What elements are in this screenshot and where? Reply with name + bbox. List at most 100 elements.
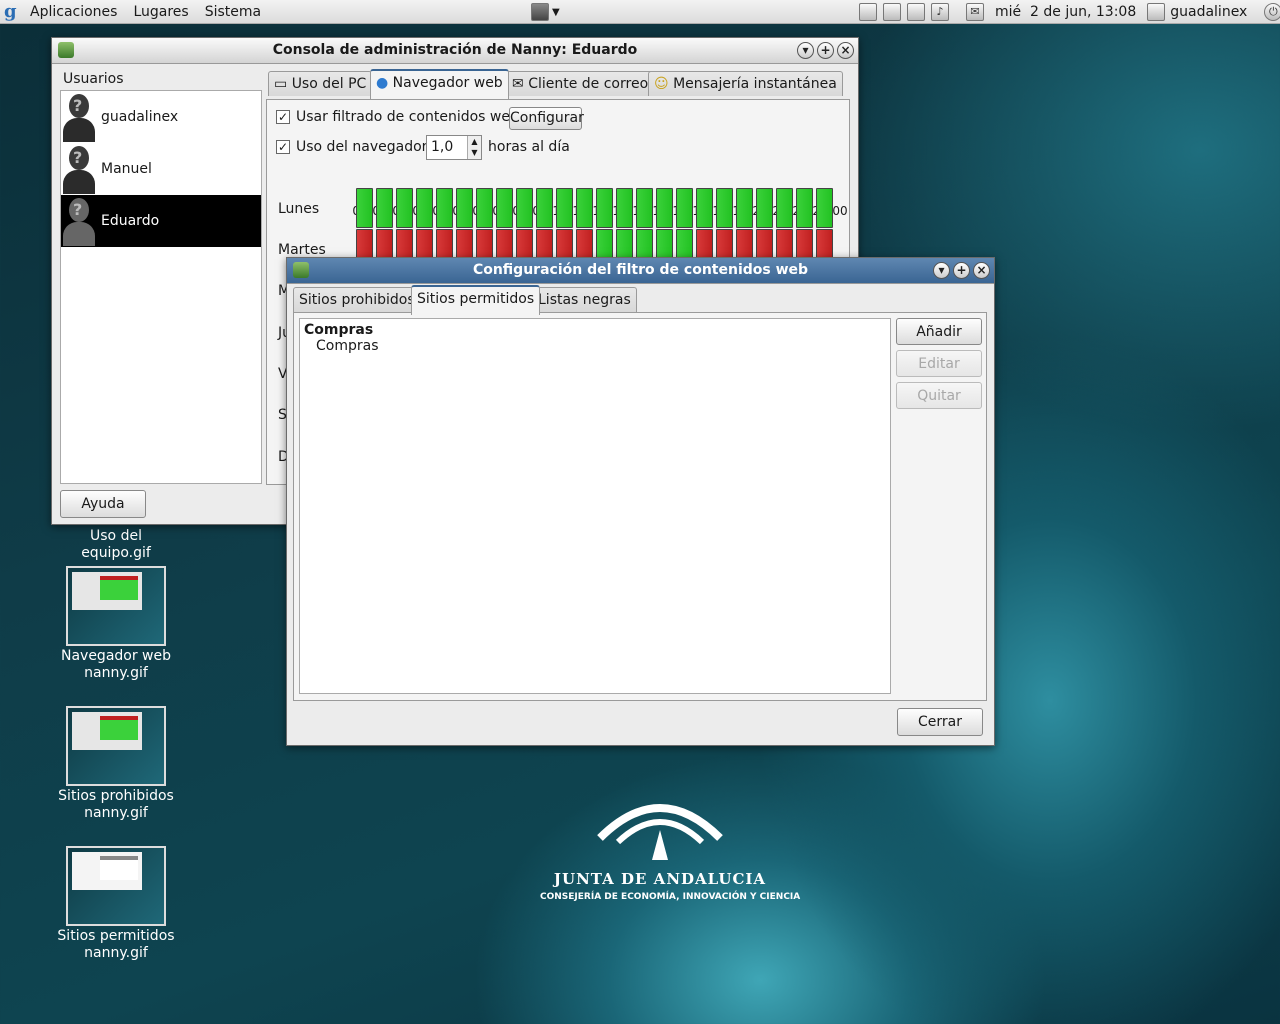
filter-label: Usar filtrado de contenidos web (296, 109, 519, 125)
nanny-titlebar[interactable]: Consola de administración de Nanny: Edua… (52, 38, 858, 64)
tab-mensajeria[interactable]: ☺ Mensajería instantánea (648, 71, 843, 96)
image-thumbnail-icon (66, 846, 166, 926)
schedule-cell[interactable] (796, 188, 813, 228)
configure-button[interactable]: Configurar (509, 107, 584, 130)
menu-places[interactable]: Lugares (125, 0, 196, 24)
clock[interactable]: mié 2 de jun, 13:08 (995, 4, 1136, 20)
maximize-icon[interactable]: + (817, 42, 834, 59)
mail-icon[interactable]: ✉ (966, 3, 984, 21)
top-panel: g Aplicaciones Lugares Sistema ▼ ♪ ✉ mié… (0, 0, 1280, 24)
schedule-cell[interactable] (576, 188, 593, 228)
filter-checkbox[interactable]: ✓ (276, 110, 290, 124)
junta-andalucia-logo: JUNTA DE ANDALUCIA CONSEJERÍA DE ECONOMÍ… (540, 790, 800, 902)
tab-navegador-web[interactable]: ● Navegador web (370, 69, 509, 99)
mail-icon: ✉ (512, 76, 524, 92)
tab-listas-negras[interactable]: Listas negras (532, 287, 637, 312)
tab-sitios-permitidos[interactable]: Sitios permitidos (411, 285, 541, 315)
usage-label: Uso del navegador (296, 139, 428, 155)
schedule-cell[interactable] (376, 188, 393, 228)
chevron-down-icon[interactable]: ▼ (552, 7, 560, 18)
schedule-row-lunes (356, 188, 836, 228)
schedule-cell[interactable] (476, 188, 493, 228)
clipboard-icon[interactable] (859, 3, 877, 21)
schedule-cell[interactable] (416, 188, 433, 228)
power-icon[interactable]: ⏻ (1264, 3, 1280, 21)
user-item-manuel[interactable]: ? Manuel (61, 143, 261, 195)
filter-dialog-titlebar[interactable]: Configuración del filtro de contenidos w… (287, 258, 994, 284)
user-avatar-icon: ? (61, 92, 97, 142)
spin-arrows-icon[interactable]: ▲ ▼ (467, 136, 481, 159)
usage-unit: horas al día (488, 139, 570, 155)
schedule-cell[interactable] (736, 188, 753, 228)
smiley-icon: ☺ (654, 76, 669, 92)
tab-uso-pc[interactable]: ▭ Uso del PC (268, 71, 373, 96)
users-list[interactable]: ? guadalinex ? Manuel ? Eduardo (60, 90, 262, 484)
desktop-icon-uso-equipo[interactable]: Uso del equipo.gif (56, 528, 176, 562)
schedule-cell[interactable] (556, 188, 573, 228)
allowed-sites-list[interactable]: Compras Compras (299, 318, 891, 694)
add-button[interactable]: Añadir (896, 318, 982, 345)
category-heading[interactable]: Compras (300, 319, 890, 338)
close-icon[interactable]: × (837, 42, 854, 59)
day-label: Martes (278, 242, 326, 258)
schedule-cell[interactable] (396, 188, 413, 228)
schedule-cell[interactable] (436, 188, 453, 228)
schedule-cell[interactable] (656, 188, 673, 228)
user-avatar-icon: ? (61, 196, 97, 246)
schedule-cell[interactable] (776, 188, 793, 228)
schedule-cell[interactable] (356, 188, 373, 228)
maximize-icon[interactable]: + (953, 262, 970, 279)
usage-checkbox[interactable]: ✓ (276, 140, 290, 154)
keyboard-icon[interactable] (883, 3, 901, 21)
network-icon[interactable] (907, 3, 925, 21)
edit-button[interactable]: Editar (896, 350, 982, 377)
menu-system[interactable]: Sistema (197, 0, 269, 24)
user-icon (1147, 3, 1166, 21)
schedule-cell[interactable] (516, 188, 533, 228)
help-button[interactable]: Ayuda (60, 490, 146, 518)
distro-logo-icon[interactable]: g (4, 1, 22, 23)
tab-cliente-correo[interactable]: ✉ Cliente de correo (506, 71, 655, 96)
usage-spinbox[interactable]: 1,0 ▲ ▼ (426, 135, 482, 160)
desktop-icon-sitios-prohibidos[interactable]: Sitios prohibidos nanny.gif (56, 706, 176, 822)
user-name[interactable]: guadalinex (1170, 4, 1247, 20)
dialog-app-icon (293, 262, 309, 278)
schedule-cell[interactable] (696, 188, 713, 228)
schedule-cell[interactable] (616, 188, 633, 228)
nanny-app-icon (58, 42, 74, 58)
schedule-cell[interactable] (716, 188, 733, 228)
schedule-cell[interactable] (456, 188, 473, 228)
remove-button[interactable]: Quitar (896, 382, 982, 409)
user-avatar-icon: ? (61, 144, 97, 194)
window-list-icon[interactable] (531, 3, 549, 21)
schedule-cell[interactable] (756, 188, 773, 228)
schedule-cell[interactable] (676, 188, 693, 228)
image-thumbnail-icon (66, 706, 166, 786)
monitor-icon: ▭ (274, 76, 288, 92)
menu-applications[interactable]: Aplicaciones (22, 0, 125, 24)
users-label: Usuarios (63, 71, 124, 87)
image-thumbnail-icon (66, 566, 166, 646)
user-item-eduardo[interactable]: ? Eduardo (61, 195, 261, 247)
volume-icon[interactable]: ♪ (931, 3, 949, 21)
globe-icon: ● (376, 75, 389, 91)
user-item-guadalinex[interactable]: ? guadalinex (61, 91, 261, 143)
minimize-icon[interactable]: ▾ (933, 262, 950, 279)
taskbar-window-switcher[interactable]: ▼ (528, 0, 560, 24)
schedule-cell[interactable] (596, 188, 613, 228)
desktop-icon-sitios-permitidos[interactable]: Sitios permitidos nanny.gif (56, 846, 176, 962)
desktop-icon-navegador-web[interactable]: Navegador web nanny.gif (56, 566, 176, 682)
filter-dialog-title: Configuración del filtro de contenidos w… (472, 262, 809, 278)
list-item[interactable]: Compras (300, 338, 890, 354)
close-icon[interactable]: × (973, 262, 990, 279)
day-label: Lunes (278, 201, 320, 217)
tab-sitios-prohibidos[interactable]: Sitios prohibidos (293, 287, 421, 312)
schedule-cell[interactable] (536, 188, 553, 228)
schedule-cell[interactable] (496, 188, 513, 228)
close-button[interactable]: Cerrar (897, 708, 983, 736)
minimize-icon[interactable]: ▾ (797, 42, 814, 59)
arch-emblem-icon (597, 804, 723, 860)
schedule-cell[interactable] (636, 188, 653, 228)
schedule-cell[interactable] (816, 188, 833, 228)
filter-dialog: Configuración del filtro de contenidos w… (286, 257, 995, 746)
